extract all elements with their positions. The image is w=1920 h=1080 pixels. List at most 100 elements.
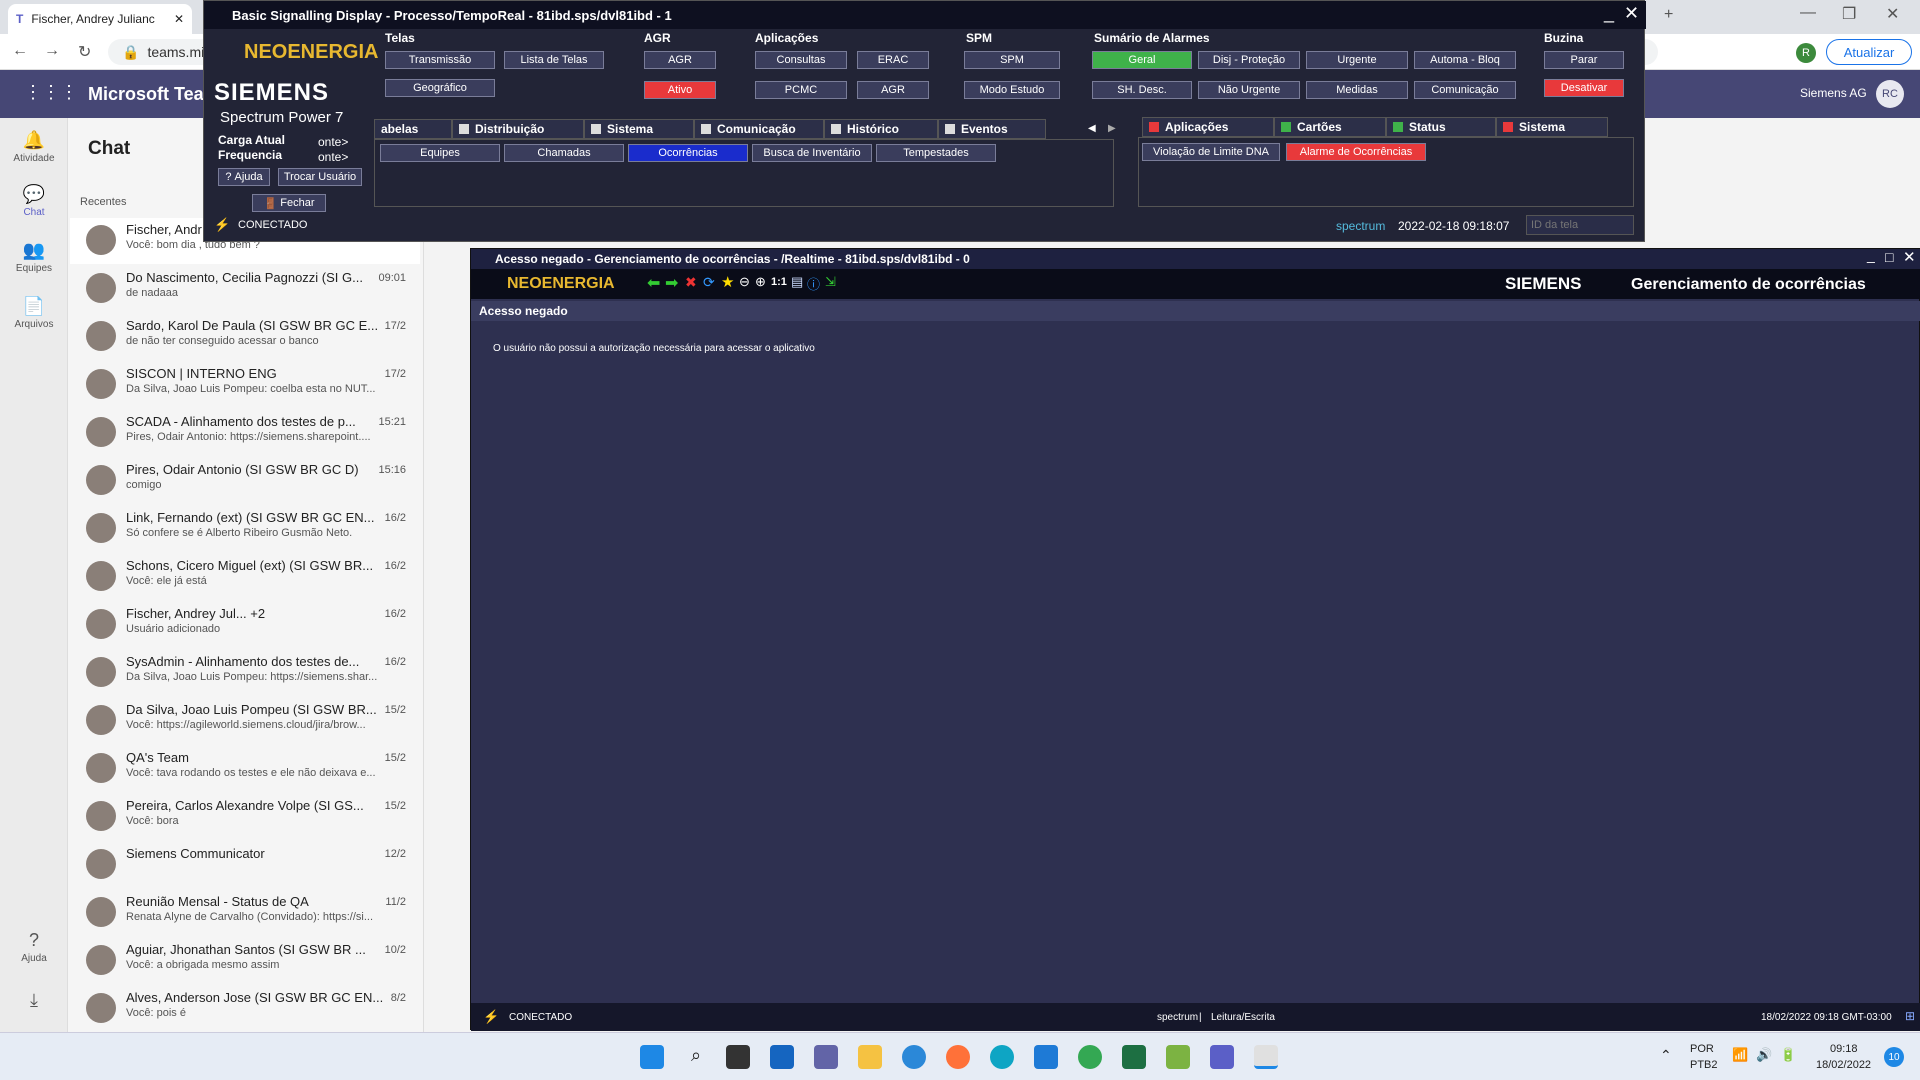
rail-help[interactable]: ? Ajuda bbox=[0, 930, 68, 964]
chat-list-item[interactable]: Link, Fernando (ext) (SI GSW BR GC EN...… bbox=[70, 506, 420, 552]
close-icon[interactable]: ✕ bbox=[1624, 3, 1639, 24]
tab-scroll-right-icon[interactable]: ▶ bbox=[1108, 123, 1116, 134]
chat-list-item[interactable]: Pereira, Carlos Alexandre Volpe (SI GS..… bbox=[70, 794, 420, 840]
modo-estudo-button[interactable]: Modo Estudo bbox=[964, 81, 1060, 99]
clock-time[interactable]: 09:18 bbox=[1830, 1043, 1858, 1055]
maximize-icon[interactable]: ❐ bbox=[1842, 4, 1856, 24]
chat-list-item[interactable]: Da Silva, Joao Luis Pompeu (SI GSW BR...… bbox=[70, 698, 420, 744]
explorer-icon[interactable] bbox=[858, 1045, 882, 1069]
zoom-in-icon[interactable]: ⊕ bbox=[755, 274, 766, 290]
chat-list-item[interactable]: Pires, Odair Antonio (SI GSW BR GC D) com… bbox=[70, 458, 420, 504]
chat-list-item[interactable]: Do Nascimento, Cecilia Pagnozzi (SI G...… bbox=[70, 266, 420, 312]
update-button[interactable]: Atualizar bbox=[1826, 39, 1912, 65]
close-icon[interactable]: ✕ bbox=[1903, 248, 1916, 266]
zoom-ratio[interactable]: 1:1 bbox=[771, 276, 787, 288]
tab-comunicacao[interactable]: Comunicação bbox=[694, 119, 824, 139]
notification-badge[interactable]: 10 bbox=[1884, 1047, 1904, 1067]
forward-icon[interactable]: ➡ bbox=[665, 273, 678, 293]
firefox-icon[interactable] bbox=[946, 1045, 970, 1069]
start-icon[interactable] bbox=[640, 1045, 664, 1069]
tempestades-button[interactable]: Tempestades bbox=[876, 144, 996, 162]
notepad-icon[interactable] bbox=[1166, 1045, 1190, 1069]
rail-activity[interactable]: 🔔 Atividade bbox=[0, 130, 68, 164]
geografico-button[interactable]: Geográfico bbox=[385, 79, 495, 97]
favorite-icon[interactable]: ★ bbox=[721, 273, 734, 291]
chat-list-item[interactable]: Sardo, Karol De Paula (SI GSW BR GC E...… bbox=[70, 314, 420, 360]
rtab-sistema[interactable]: Sistema bbox=[1496, 117, 1608, 137]
chat-list-item[interactable]: QA's Team Você: tava rodando os testes e … bbox=[70, 746, 420, 792]
recents-label[interactable]: Recentes bbox=[80, 196, 126, 208]
desativar-button[interactable]: Desativar bbox=[1544, 79, 1624, 97]
maximize-icon[interactable]: □ bbox=[1885, 249, 1893, 265]
info-icon[interactable]: ⓘ bbox=[807, 274, 820, 293]
ativo-button[interactable]: Ativo bbox=[644, 81, 716, 99]
back-icon[interactable]: ← bbox=[12, 42, 28, 60]
chrome-icon[interactable] bbox=[1078, 1045, 1102, 1069]
download-icon[interactable]: ⤓ bbox=[0, 990, 68, 1013]
close-icon[interactable]: ✕ bbox=[174, 12, 184, 26]
rail-chat[interactable]: 💬 Chat bbox=[0, 184, 68, 218]
volume-icon[interactable]: 🔊 bbox=[1756, 1047, 1772, 1063]
chat-list-item[interactable]: SISCON | INTERNO ENG Da Silva, Joao Luis … bbox=[70, 362, 420, 408]
battery-icon[interactable]: 🔋 bbox=[1780, 1047, 1796, 1063]
ocorrencias-button[interactable]: Ocorrências bbox=[628, 144, 748, 162]
sh-desc-button[interactable]: SH. Desc. bbox=[1092, 81, 1192, 99]
rtab-cartoes[interactable]: Cartões bbox=[1274, 117, 1386, 137]
tab-tabelas[interactable]: abelas bbox=[374, 119, 452, 139]
chat-header-title[interactable]: Chat bbox=[88, 138, 130, 160]
chat-app-icon[interactable] bbox=[814, 1045, 838, 1069]
reload-icon[interactable]: ↻ bbox=[78, 42, 91, 62]
pcmc-button[interactable]: PCMC bbox=[755, 81, 847, 99]
tab-sistema[interactable]: Sistema bbox=[584, 119, 694, 139]
remote-icon[interactable] bbox=[902, 1045, 926, 1069]
vscode-icon[interactable] bbox=[1034, 1045, 1058, 1069]
chat-list-item[interactable]: SCADA - Alinhamento dos testes de p... Pi… bbox=[70, 410, 420, 456]
excel-icon[interactable] bbox=[1122, 1045, 1146, 1069]
rail-teams[interactable]: 👥 Equipes bbox=[0, 240, 68, 274]
automa-bloq-button[interactable]: Automa - Bloq bbox=[1414, 51, 1516, 69]
busca-inventario-button[interactable]: Busca de Inventário bbox=[752, 144, 872, 162]
task-view-icon[interactable] bbox=[726, 1045, 750, 1069]
search-icon[interactable]: ⌕ bbox=[684, 1045, 708, 1069]
parar-button[interactable]: Parar bbox=[1544, 51, 1624, 69]
clock-date[interactable]: 18/02/2022 bbox=[1816, 1059, 1871, 1071]
tab-eventos[interactable]: Eventos bbox=[938, 119, 1046, 139]
wifi-icon[interactable]: 📶 bbox=[1732, 1047, 1748, 1063]
chamadas-button[interactable]: Chamadas bbox=[504, 144, 624, 162]
alarme-ocorrencias-button[interactable]: Alarme de Ocorrências bbox=[1286, 143, 1426, 161]
chat-list-item[interactable]: Aguiar, Jhonathan Santos (SI GSW BR ... V… bbox=[70, 938, 420, 984]
back-icon[interactable]: ⬅ bbox=[647, 273, 660, 293]
tab-distribuicao[interactable]: Distribuição bbox=[452, 119, 584, 139]
tab-scroll-left-icon[interactable]: ◀ bbox=[1088, 123, 1096, 134]
edge-icon[interactable] bbox=[990, 1045, 1014, 1069]
forward-icon[interactable]: → bbox=[44, 42, 60, 60]
cancel-icon[interactable]: ✖ bbox=[685, 274, 697, 291]
switch-user-button[interactable]: Trocar Usuário bbox=[278, 168, 362, 186]
input-language[interactable]: POR bbox=[1690, 1043, 1714, 1055]
help-button[interactable]: ? Ajuda bbox=[218, 168, 270, 186]
urgente-button[interactable]: Urgente bbox=[1306, 51, 1408, 69]
minimize-icon[interactable]: _ bbox=[1867, 247, 1875, 263]
print-icon[interactable]: ▤ bbox=[791, 274, 803, 290]
chat-list-item[interactable]: SysAdmin - Alinhamento dos testes de... D… bbox=[70, 650, 420, 696]
close-button[interactable]: 🚪 Fechar bbox=[252, 194, 326, 212]
equipes-button[interactable]: Equipes bbox=[380, 144, 500, 162]
org-name[interactable]: Siemens AG bbox=[1800, 86, 1867, 100]
chat-list-item[interactable]: Reunião Mensal - Status de QA Renata Alyn… bbox=[70, 890, 420, 936]
lista-telas-button[interactable]: Lista de Telas bbox=[504, 51, 604, 69]
refresh-icon[interactable]: ⟳ bbox=[703, 274, 715, 291]
teams-icon[interactable] bbox=[1210, 1045, 1234, 1069]
comunicacao-alarm-button[interactable]: Comunicação bbox=[1414, 81, 1516, 99]
disj-protecao-button[interactable]: Disj - Proteção bbox=[1198, 51, 1300, 69]
chat-list-item[interactable]: Fischer, Andrey Jul... +2 Usuário adicion… bbox=[70, 602, 420, 648]
medidas-button[interactable]: Medidas bbox=[1306, 81, 1408, 99]
chat-list-item[interactable]: Alves, Anderson Jose (SI GSW BR GC EN...… bbox=[70, 986, 420, 1032]
user-avatar[interactable]: RC bbox=[1876, 80, 1904, 108]
chevron-up-icon[interactable]: ⌃ bbox=[1660, 1047, 1672, 1064]
profile-avatar[interactable]: R bbox=[1796, 43, 1816, 63]
erac-button[interactable]: ERAC bbox=[857, 51, 929, 69]
chat-list-item[interactable]: Schons, Cicero Miguel (ext) (SI GSW BR..… bbox=[70, 554, 420, 600]
screen-id-input[interactable] bbox=[1526, 215, 1634, 235]
scada-app-icon[interactable] bbox=[1254, 1045, 1278, 1069]
consultas-button[interactable]: Consultas bbox=[755, 51, 847, 69]
